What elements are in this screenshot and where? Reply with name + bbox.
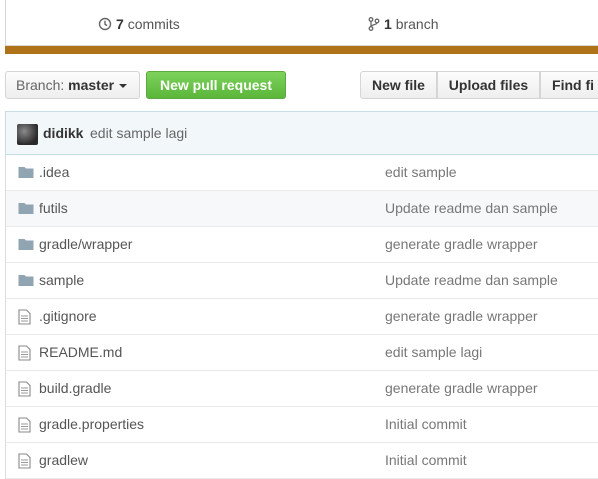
branch-name: master (68, 77, 115, 93)
file-commit-message-link[interactable]: edit sample lagi (385, 344, 482, 360)
commit-message-link[interactable]: edit sample lagi (90, 125, 187, 141)
file-name-link[interactable]: .gitignore (39, 308, 97, 324)
file-icon (18, 345, 34, 361)
file-icon (18, 417, 34, 433)
file-row[interactable]: gradle/wrapper generate gradle wrapper (6, 227, 598, 263)
file-name-link[interactable]: build.gradle (39, 380, 111, 396)
file-icon (18, 309, 34, 325)
folder-icon (18, 237, 34, 253)
file-name-link[interactable]: README.md (39, 344, 122, 360)
history-icon (98, 17, 112, 35)
file-row[interactable]: gradlew Initial commit (6, 443, 598, 479)
file-name-link[interactable]: futils (39, 200, 68, 216)
commit-author-link[interactable]: didikk (43, 125, 83, 141)
file-actions-group: New file Upload files Find fi (360, 71, 598, 99)
file-row[interactable]: .gitignore generate gradle wrapper (6, 299, 598, 335)
file-list: .idea edit sample futils Update readme dan … (5, 155, 598, 479)
folder-icon (18, 273, 34, 289)
file-commit-message-link[interactable]: generate gradle wrapper (385, 380, 538, 396)
latest-commit-bar: didikk edit sample lagi (5, 111, 598, 155)
commits-label: commits (127, 16, 180, 32)
branch-count: 1 (384, 16, 392, 32)
commits-count: 7 (116, 16, 124, 32)
file-commit-message-link[interactable]: Initial commit (385, 452, 467, 468)
file-name-link[interactable]: gradlew (39, 452, 88, 468)
find-file-button[interactable]: Find fi (540, 71, 598, 99)
new-pull-request-button[interactable]: New pull request (146, 71, 286, 99)
file-row[interactable]: README.md edit sample lagi (6, 335, 598, 371)
file-name-link[interactable]: gradle/wrapper (39, 236, 132, 252)
upload-files-button[interactable]: Upload files (436, 71, 541, 99)
file-row[interactable]: build.gradle generate gradle wrapper (6, 371, 598, 407)
file-commit-message-link[interactable]: generate gradle wrapper (385, 236, 538, 252)
file-commit-message-link[interactable]: Initial commit (385, 416, 467, 432)
file-icon (18, 381, 34, 397)
file-commit-message-link[interactable]: generate gradle wrapper (385, 308, 538, 324)
branch-icon (368, 17, 380, 35)
file-icon (18, 453, 34, 469)
avatar[interactable] (17, 124, 38, 145)
file-name-link[interactable]: gradle.properties (39, 416, 144, 432)
file-name-link[interactable]: .idea (39, 164, 69, 180)
file-commit-message-link[interactable]: edit sample (385, 164, 457, 180)
file-row[interactable]: gradle.properties Initial commit (6, 407, 598, 443)
commits-link[interactable]: 7 commits (98, 15, 180, 33)
file-name-link[interactable]: sample (39, 272, 84, 288)
file-row[interactable]: sample Update readme dan sample (6, 263, 598, 299)
folder-icon (18, 201, 34, 217)
file-row[interactable]: .idea edit sample (6, 155, 598, 191)
new-file-button[interactable]: New file (360, 71, 437, 99)
folder-icon (18, 165, 34, 181)
language-bar[interactable] (5, 46, 598, 54)
branches-link[interactable]: 1 branch (368, 15, 439, 33)
file-commit-message-link[interactable]: Update readme dan sample (385, 272, 558, 288)
branch-select-label: Branch: (16, 77, 65, 93)
caret-down-icon (119, 84, 128, 88)
branch-label: branch (395, 16, 439, 32)
branch-select-button[interactable]: Branch: master (5, 71, 140, 99)
repo-summary-bar: 7 commits 1 branch (5, 0, 598, 46)
file-commit-message-link[interactable]: Update readme dan sample (385, 200, 558, 216)
file-row[interactable]: futils Update readme dan sample (6, 191, 598, 227)
